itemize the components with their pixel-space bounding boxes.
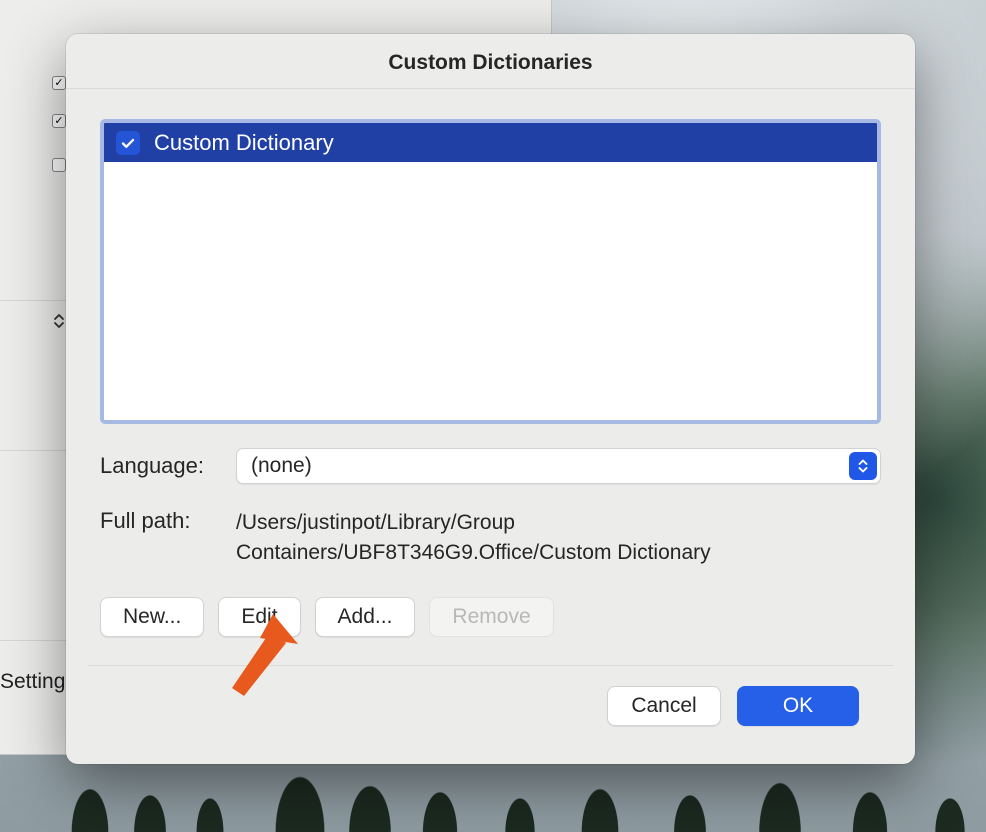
parent-checkbox-1[interactable] <box>52 76 66 90</box>
custom-dictionaries-dialog: Custom Dictionaries Custom Dictionary La… <box>66 34 915 764</box>
parent-truncated-label: Setting <box>0 670 65 694</box>
select-stepper-icon <box>849 452 877 480</box>
cancel-button[interactable]: Cancel <box>607 686 721 726</box>
path-value: /Users/justinpot/Library/Group Container… <box>236 508 881 569</box>
ok-button[interactable]: OK <box>737 686 859 726</box>
parent-popup-stepper-icon[interactable] <box>52 312 66 330</box>
parent-checkbox-2[interactable] <box>52 114 66 128</box>
new-button[interactable]: New... <box>100 597 204 637</box>
parent-checkbox-3[interactable] <box>52 158 66 172</box>
dictionary-row-label: Custom Dictionary <box>154 130 334 156</box>
language-label: Language: <box>100 453 220 479</box>
dictionary-row-checkbox[interactable] <box>116 131 140 155</box>
language-select[interactable]: (none) <box>236 448 881 484</box>
dialog-title: Custom Dictionaries <box>66 34 915 89</box>
dialog-footer: Cancel OK <box>100 666 881 726</box>
language-select-value: (none) <box>251 454 312 478</box>
dictionary-list-row[interactable]: Custom Dictionary <box>104 123 877 162</box>
edit-button[interactable]: Edit <box>218 597 300 637</box>
remove-button: Remove <box>429 597 553 637</box>
dictionary-listbox[interactable]: Custom Dictionary <box>100 119 881 424</box>
path-label: Full path: <box>100 508 220 534</box>
add-button[interactable]: Add... <box>315 597 416 637</box>
dictionary-action-buttons: New... Edit Add... Remove <box>100 597 881 637</box>
